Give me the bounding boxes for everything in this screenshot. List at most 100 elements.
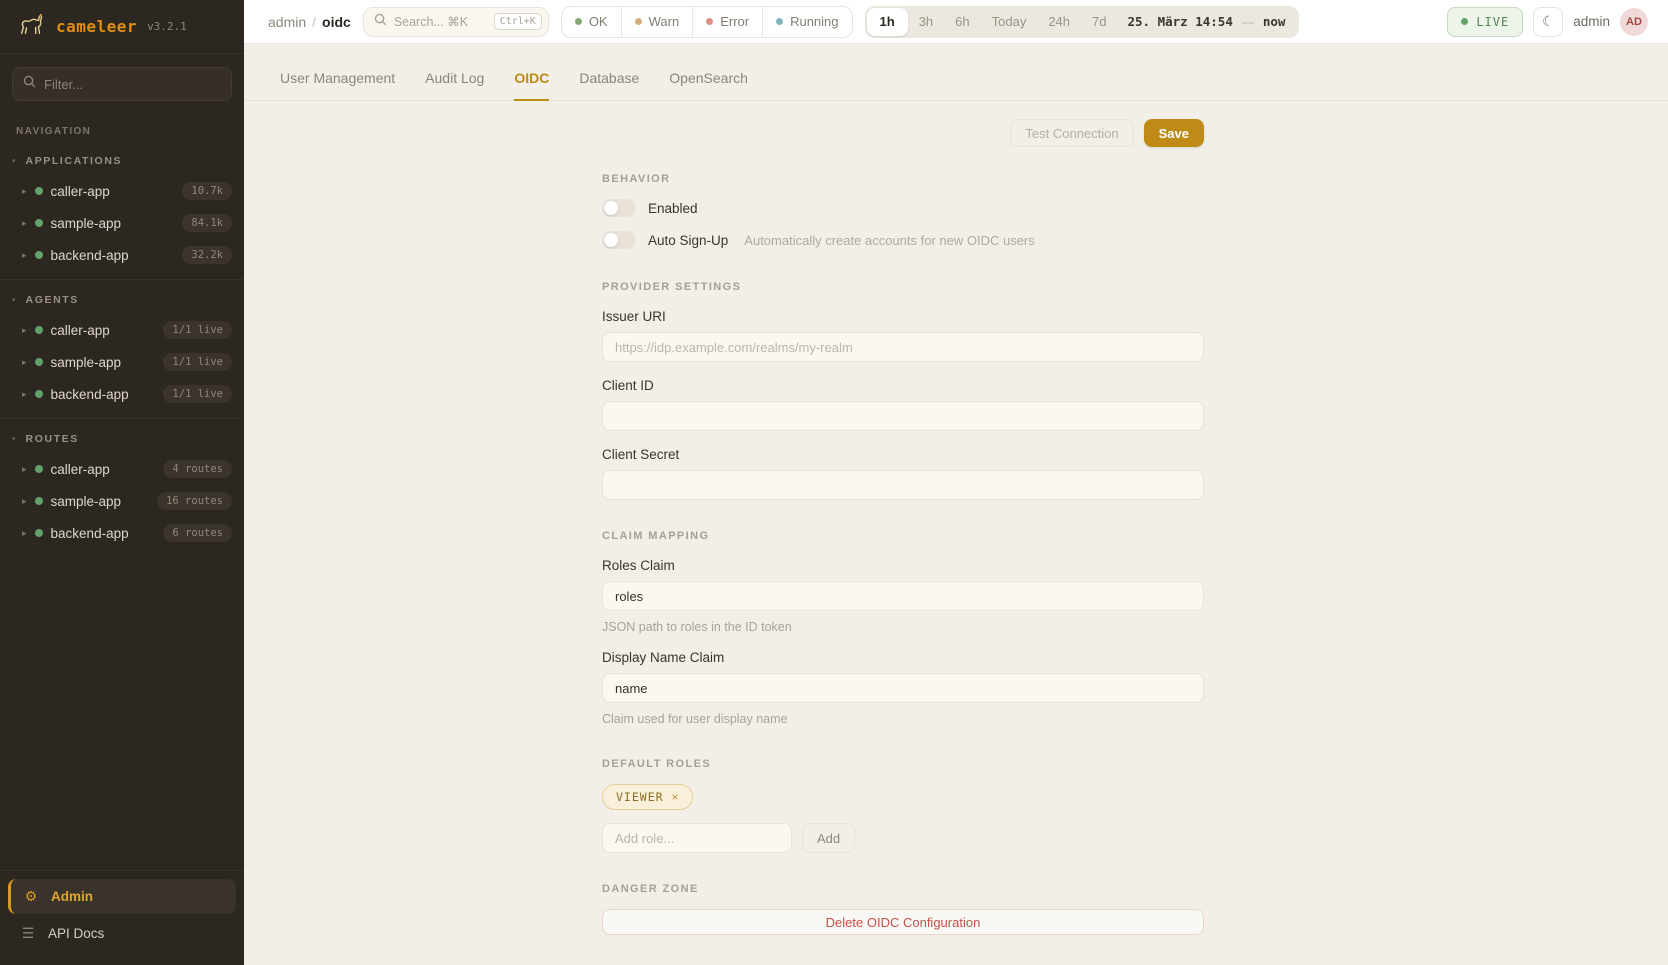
section-title-default-roles: DEFAULT ROLES (602, 758, 1204, 770)
item-label: backend-app (51, 387, 129, 402)
tab-user-management[interactable]: User Management (280, 70, 395, 101)
app-name: cameleer (56, 17, 137, 36)
breadcrumb-current: oidc (322, 14, 351, 30)
sidebar-item-applications-caller-app[interactable]: ▸ caller-app 10.7k (0, 175, 244, 207)
time-display[interactable]: 25. März 14:54 — now (1118, 14, 1298, 29)
group-header-agents[interactable]: ▾ AGENTS (0, 284, 244, 314)
item-label: sample-app (51, 494, 122, 509)
nav-group-agents: ▾ AGENTS ▸ caller-app 1/1 live ▸ sample-… (0, 279, 244, 410)
auto-signup-description: Automatically create accounts for new OI… (744, 233, 1034, 248)
status-filter-warn[interactable]: Warn (621, 7, 693, 37)
status-dot-icon (35, 251, 43, 259)
time-range-1h[interactable]: 1h (867, 8, 908, 36)
tab-oidc[interactable]: OIDC (514, 70, 549, 101)
search-shortcut-kbd: Ctrl+K (494, 13, 542, 30)
running-dot-icon (776, 18, 783, 25)
item-badge: 84.1k (182, 214, 232, 232)
chevron-down-icon: ▾ (12, 158, 16, 165)
sidebar-item-applications-backend-app[interactable]: ▸ backend-app 32.2k (0, 239, 244, 271)
main-area: admin / oidc Ctrl+K OK Warn (244, 0, 1668, 965)
time-range-7d[interactable]: 7d (1081, 8, 1117, 36)
status-filter-error[interactable]: Error (692, 7, 762, 37)
time-range-3h[interactable]: 3h (908, 8, 944, 36)
footer-label: Admin (51, 889, 93, 904)
item-label: sample-app (51, 216, 122, 231)
group-header-applications[interactable]: ▾ APPLICATIONS (0, 145, 244, 175)
search-icon (374, 13, 387, 31)
filter-input[interactable] (44, 77, 221, 92)
sidebar-filter[interactable] (12, 67, 232, 101)
chevron-down-icon: ▾ (12, 297, 16, 304)
add-role-input[interactable] (602, 823, 792, 853)
status-dot-icon (35, 529, 43, 537)
status-filter-running[interactable]: Running (762, 7, 851, 37)
issuer-uri-input[interactable] (602, 332, 1204, 362)
client-id-label: Client ID (602, 378, 1204, 393)
sidebar-item-agents-caller-app[interactable]: ▸ caller-app 1/1 live (0, 314, 244, 346)
time-separator: — (1242, 15, 1254, 29)
app-logo: cameleer v3.2.1 (0, 0, 244, 54)
item-label: caller-app (51, 323, 110, 338)
enabled-label: Enabled (648, 201, 698, 216)
client-secret-input[interactable] (602, 470, 1204, 500)
time-range-group: 1h 3h 6h Today 24h 7d 25. März 14:54 — n… (865, 6, 1300, 38)
search-input[interactable] (394, 15, 487, 29)
delete-oidc-button[interactable]: Delete OIDC Configuration (602, 909, 1204, 935)
enabled-toggle[interactable] (602, 199, 636, 217)
sidebar-item-routes-backend-app[interactable]: ▸ backend-app 6 routes (0, 517, 244, 549)
enabled-toggle-row: Enabled (602, 199, 1204, 217)
chevron-right-icon: ▸ (22, 251, 27, 260)
auto-signup-toggle[interactable] (602, 231, 636, 249)
sidebar-item-api-docs[interactable]: ☰ API Docs (8, 916, 236, 951)
sidebar-item-applications-sample-app[interactable]: ▸ sample-app 84.1k (0, 207, 244, 239)
chevron-right-icon: ▸ (22, 497, 27, 506)
display-name-claim-label: Display Name Claim (602, 650, 1204, 665)
add-role-button[interactable]: Add (802, 823, 855, 853)
client-id-input[interactable] (602, 401, 1204, 431)
item-label: backend-app (51, 248, 129, 263)
role-chip-viewer: VIEWER × (602, 784, 693, 810)
live-badge[interactable]: LIVE (1447, 7, 1523, 37)
status-filter-ok[interactable]: OK (562, 7, 621, 37)
sidebar-item-admin[interactable]: ⚙ Admin (8, 879, 236, 914)
tab-database[interactable]: Database (579, 70, 639, 101)
form-actions: Test Connection Save (602, 119, 1204, 147)
item-label: caller-app (51, 184, 110, 199)
nav-group-applications: ▾ APPLICATIONS ▸ caller-app 10.7k ▸ samp… (0, 141, 244, 271)
avatar[interactable]: AD (1620, 8, 1648, 36)
time-range-24h[interactable]: 24h (1037, 8, 1081, 36)
group-header-routes[interactable]: ▾ ROUTES (0, 423, 244, 453)
remove-role-icon[interactable]: × (672, 791, 679, 803)
section-title-danger: DANGER ZONE (602, 883, 1204, 895)
add-role-row: Add (602, 823, 1204, 853)
global-search[interactable]: Ctrl+K (363, 7, 549, 37)
chevron-right-icon: ▸ (22, 358, 27, 367)
sidebar-item-routes-sample-app[interactable]: ▸ sample-app 16 routes (0, 485, 244, 517)
section-title-behavior: BEHAVIOR (602, 173, 1204, 185)
status-dot-icon (35, 358, 43, 366)
save-button[interactable]: Save (1144, 119, 1204, 147)
display-name-claim-hint: Claim used for user display name (602, 712, 1204, 726)
breadcrumb-separator: / (312, 14, 316, 30)
item-badge: 6 routes (163, 524, 232, 542)
issuer-uri-label: Issuer URI (602, 309, 1204, 324)
theme-toggle-button[interactable]: ☾ (1533, 7, 1563, 37)
sidebar-nav: ▾ APPLICATIONS ▸ caller-app 10.7k ▸ samp… (0, 141, 244, 549)
roles-claim-input[interactable] (602, 581, 1204, 611)
roles-claim-label: Roles Claim (602, 558, 1204, 573)
tab-opensearch[interactable]: OpenSearch (669, 70, 748, 101)
error-dot-icon (706, 18, 713, 25)
sidebar-item-agents-backend-app[interactable]: ▸ backend-app 1/1 live (0, 378, 244, 410)
list-icon: ☰ (20, 925, 36, 942)
test-connection-button[interactable]: Test Connection (1010, 119, 1133, 147)
time-range-today[interactable]: Today (981, 8, 1038, 36)
time-from: 25. März 14:54 (1128, 14, 1233, 29)
sidebar-item-agents-sample-app[interactable]: ▸ sample-app 1/1 live (0, 346, 244, 378)
status-filter-label: Running (790, 14, 838, 29)
status-filter-group: OK Warn Error Running (561, 6, 853, 38)
display-name-claim-input[interactable] (602, 673, 1204, 703)
tab-audit-log[interactable]: Audit Log (425, 70, 484, 101)
sidebar-item-routes-caller-app[interactable]: ▸ caller-app 4 routes (0, 453, 244, 485)
time-range-6h[interactable]: 6h (944, 8, 980, 36)
breadcrumb-parent[interactable]: admin (268, 14, 306, 30)
